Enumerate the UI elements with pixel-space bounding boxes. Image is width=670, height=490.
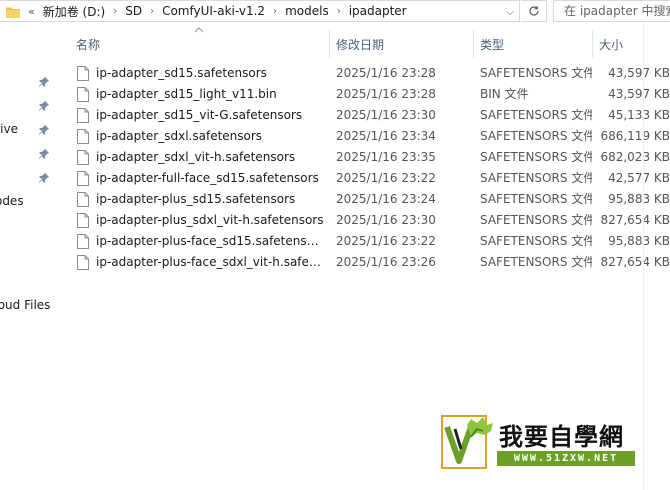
address-bar[interactable]: « 新加卷 (D:) › SD › ComfyUI-aki-v1.2 › mod… <box>0 0 520 22</box>
file-name: ip-adapter-full-face_sd15.safetensors <box>96 171 319 185</box>
breadcrumb-sd[interactable]: SD <box>125 4 142 18</box>
breadcrumb-separator-icon[interactable]: › <box>337 6 341 17</box>
file-type: SAFETENSORS 文件 <box>480 150 592 164</box>
file-date: 2025/1/16 23:22 <box>336 171 436 185</box>
file-row[interactable]: ip-adapter_sdxl_vit-h.safetensors 2025/1/… <box>72 147 670 168</box>
pin-icon[interactable] <box>38 148 50 160</box>
file-icon <box>77 192 89 207</box>
file-type: SAFETENSORS 文件 <box>480 192 592 206</box>
file-row[interactable]: ip-adapter_sd15_vit-G.safetensors 2025/1/… <box>72 105 670 126</box>
file-name: ip-adapter-plus-face_sd15.safetensors <box>96 234 324 248</box>
file-type: SAFETENSORS 文件 <box>480 66 592 80</box>
breadcrumb-models[interactable]: models <box>285 4 329 18</box>
file-name: ip-adapter_sd15_vit-G.safetensors <box>96 108 303 122</box>
file-type: SAFETENSORS 文件 <box>480 108 592 122</box>
address-dropdown-icon[interactable]: ⌵ <box>500 1 519 21</box>
file-date: 2025/1/16 23:22 <box>336 234 436 248</box>
pane-divider <box>643 22 644 490</box>
column-header-date[interactable]: 修改日期 <box>336 30 470 58</box>
column-divider[interactable] <box>592 30 593 58</box>
file-size: 827,654 KB <box>600 213 670 227</box>
file-row[interactable]: ip-adapter_sdxl.safetensors 2025/1/16 23:… <box>72 126 670 147</box>
file-size: 43,597 KB <box>608 66 670 80</box>
nav-item-cloud-files[interactable]: Cloud Files <box>0 298 50 312</box>
nav-item-nodes[interactable]: Nodes <box>0 194 24 208</box>
pin-icon[interactable] <box>38 172 50 184</box>
file-date: 2025/1/16 23:28 <box>336 66 436 80</box>
column-header-size[interactable]: 大小 <box>599 30 643 58</box>
nav-item-drive[interactable]: Drive <box>0 122 18 136</box>
search-input[interactable]: 在 ipadapter 中搜索 <box>553 0 670 22</box>
navigation-pane: Drive Nodes Cloud Files <box>0 22 58 490</box>
refresh-button[interactable] <box>521 0 547 22</box>
column-divider[interactable] <box>473 30 474 58</box>
column-divider[interactable] <box>329 30 330 58</box>
file-name: ip-adapter_sd15_light_v11.bin <box>96 87 277 101</box>
file-size: 686,119 KB <box>600 129 670 143</box>
file-type: SAFETENSORS 文件 <box>480 129 592 143</box>
file-size: 95,883 KB <box>608 192 670 206</box>
file-type: SAFETENSORS 文件 <box>480 255 592 269</box>
breadcrumb-ipadapter[interactable]: ipadapter <box>349 4 407 18</box>
file-row[interactable]: ip-adapter-plus_sdxl_vit-h.safetensors 20… <box>72 210 670 231</box>
file-date: 2025/1/16 23:35 <box>336 150 436 164</box>
column-header-type[interactable]: 类型 <box>480 30 590 58</box>
file-row[interactable]: ip-adapter-plus_sd15.safetensors 2025/1/1… <box>72 189 670 210</box>
file-date: 2025/1/16 23:34 <box>336 129 436 143</box>
pin-icon[interactable] <box>38 124 50 136</box>
refresh-icon <box>528 6 539 16</box>
file-date: 2025/1/16 23:30 <box>336 213 436 227</box>
file-name: ip-adapter-plus_sd15.safetensors <box>96 192 296 206</box>
pin-icon[interactable] <box>38 76 50 88</box>
file-size: 42,577 KB <box>608 171 670 185</box>
file-icon <box>77 129 89 144</box>
file-row[interactable]: ip-adapter-full-face_sd15.safetensors 202… <box>72 168 670 189</box>
file-date: 2025/1/16 23:26 <box>336 255 436 269</box>
file-name: ip-adapter_sdxl.safetensors <box>96 129 263 143</box>
breadcrumb-drive[interactable]: 新加卷 (D:) <box>43 3 105 20</box>
file-row[interactable]: ip-adapter-plus-face_sd15.safetensors 202… <box>72 231 670 252</box>
file-size: 682,023 KB <box>600 150 670 164</box>
file-icon <box>77 87 89 102</box>
file-name: ip-adapter-plus_sdxl_vit-h.safetensors <box>96 213 324 227</box>
file-row[interactable]: ip-adapter_sd15_light_v11.bin 2025/1/16 2… <box>72 84 670 105</box>
file-type: SAFETENSORS 文件 <box>480 171 592 185</box>
file-size: 95,883 KB <box>608 234 670 248</box>
folder-icon <box>6 6 20 18</box>
file-row[interactable]: ip-adapter_sd15.safetensors 2025/1/16 23:… <box>72 63 670 84</box>
column-header-name[interactable]: 名称 <box>76 30 326 58</box>
file-date: 2025/1/16 23:30 <box>336 108 436 122</box>
file-type: SAFETENSORS 文件 <box>480 213 592 227</box>
file-size: 43,597 KB <box>608 87 670 101</box>
watermark-logo: 我要自學網 WWW.51ZXW.NET <box>441 415 637 469</box>
file-name: ip-adapter_sd15.safetensors <box>96 66 267 80</box>
breadcrumb-separator-icon[interactable]: › <box>150 6 154 17</box>
file-icon <box>77 255 89 270</box>
file-icon <box>77 108 89 123</box>
logo-url: WWW.51ZXW.NET <box>497 451 635 466</box>
file-icon <box>77 171 89 186</box>
logo-title: 我要自學網 <box>499 423 624 451</box>
file-icon <box>77 150 89 165</box>
breadcrumb-separator-icon[interactable]: › <box>113 6 117 17</box>
file-icon <box>77 66 89 81</box>
file-size: 45,133 KB <box>608 108 670 122</box>
file-icon <box>77 213 89 228</box>
breadcrumb-comfyui[interactable]: ComfyUI-aki-v1.2 <box>162 4 265 18</box>
file-type: BIN 文件 <box>480 87 529 101</box>
file-name: ip-adapter-plus-face_sdxl_vit-h.safetens… <box>96 255 324 269</box>
file-icon <box>77 234 89 249</box>
breadcrumb-separator-icon[interactable]: › <box>273 6 277 17</box>
file-size: 827,654 KB <box>600 255 670 269</box>
logo-emblem-icon <box>441 415 493 469</box>
file-date: 2025/1/16 23:24 <box>336 192 436 206</box>
file-row[interactable]: ip-adapter-plus-face_sdxl_vit-h.safetens… <box>72 252 670 273</box>
address-overflow-icon[interactable]: « <box>28 5 35 18</box>
file-name: ip-adapter_sdxl_vit-h.safetensors <box>96 150 296 164</box>
pin-icon[interactable] <box>38 100 50 112</box>
file-date: 2025/1/16 23:28 <box>336 87 436 101</box>
file-type: SAFETENSORS 文件 <box>480 234 592 248</box>
